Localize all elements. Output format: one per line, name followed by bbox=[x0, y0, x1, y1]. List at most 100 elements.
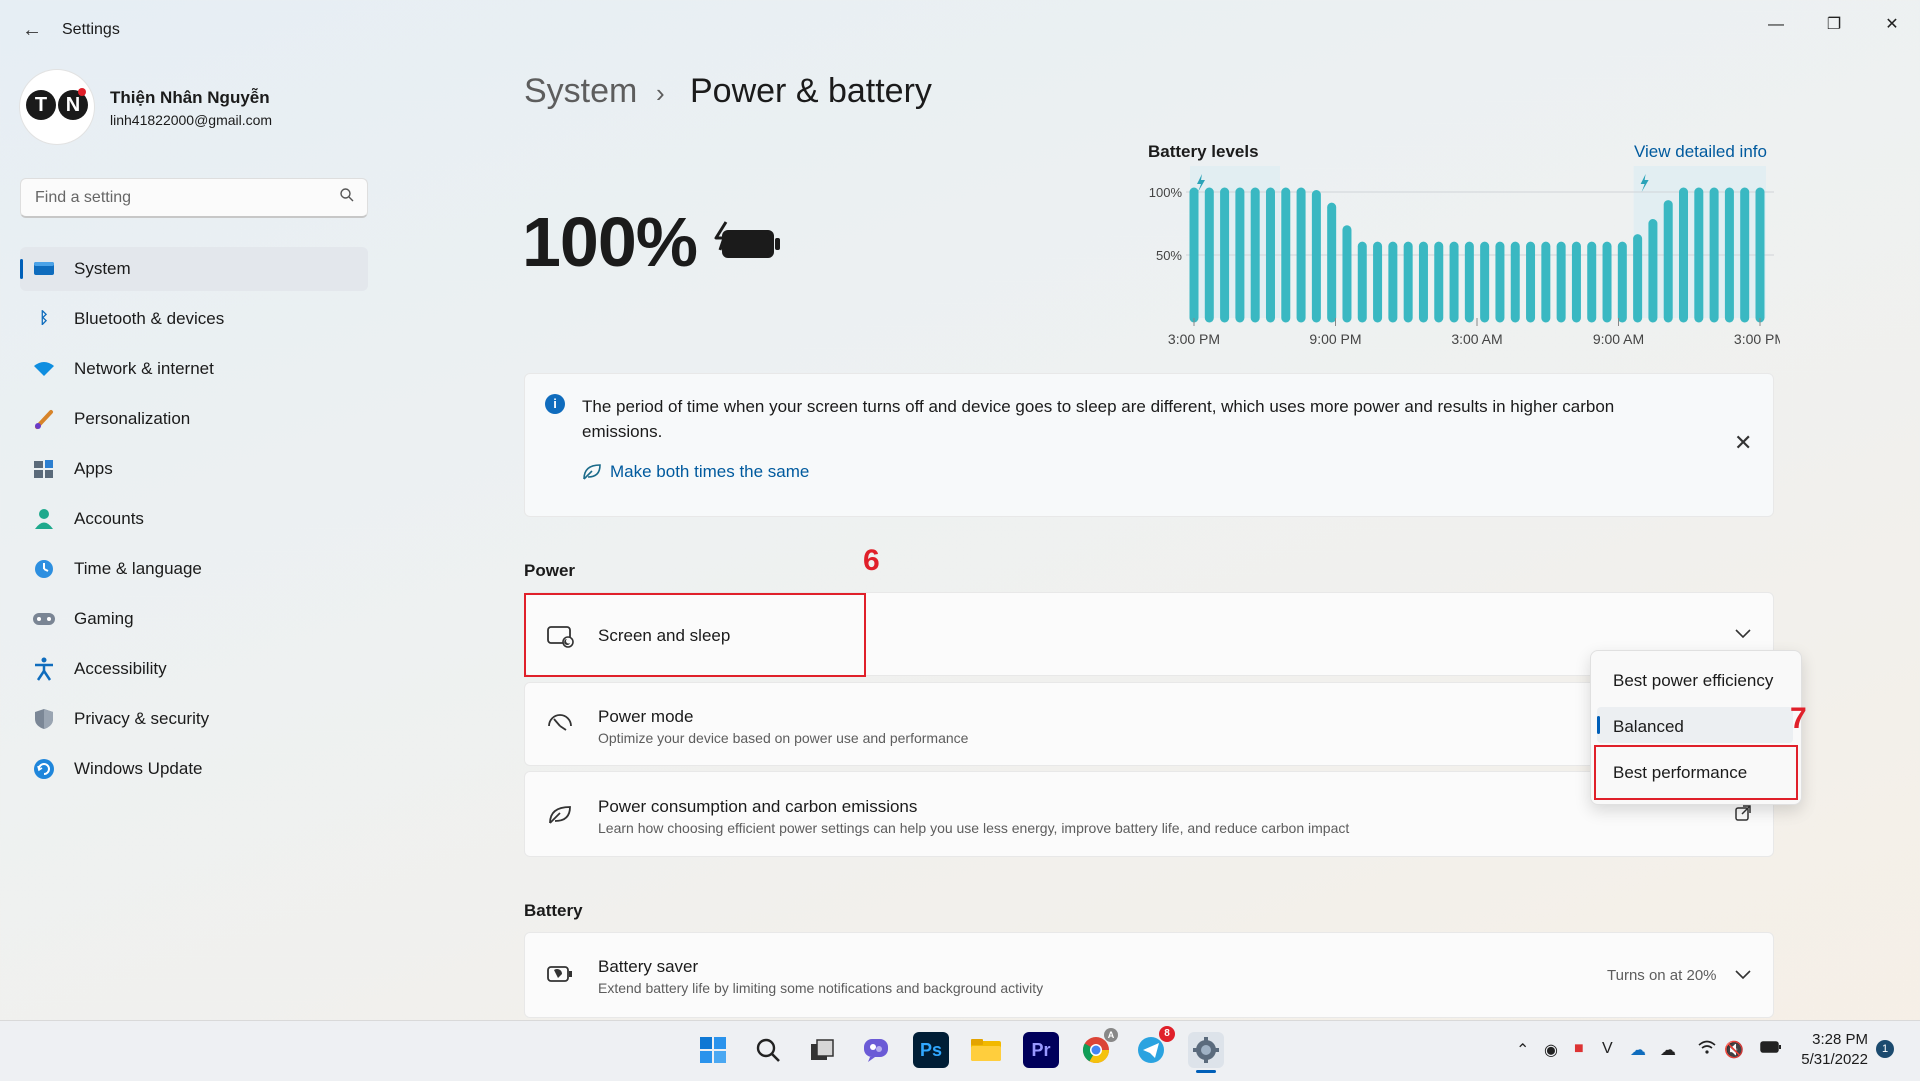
avatar-dot-icon bbox=[78, 88, 86, 96]
option-balanced[interactable]: Balanced bbox=[1613, 717, 1684, 737]
view-detailed-info-link[interactable]: View detailed info bbox=[1634, 142, 1767, 162]
user-email: linh41822000@gmail.com bbox=[110, 112, 273, 128]
task-view-icon[interactable] bbox=[804, 1032, 840, 1068]
chevron-down-icon[interactable] bbox=[1734, 624, 1752, 645]
battery-saver-card[interactable] bbox=[524, 932, 1774, 1018]
search-input[interactable] bbox=[33, 188, 337, 208]
onedrive-icon[interactable]: ☁ bbox=[1630, 1040, 1646, 1060]
clock-time: 3:28 PM bbox=[1812, 1031, 1868, 1048]
tray-vpn-icon[interactable]: V bbox=[1602, 1040, 1613, 1058]
sidebar-item-bluetooth[interactable]: ᛒ Bluetooth & devices bbox=[20, 297, 368, 341]
info-text: The period of time when your screen turn… bbox=[582, 397, 1615, 441]
battery-tray-icon[interactable] bbox=[1760, 1040, 1782, 1059]
close-icon[interactable]: ✕ bbox=[1734, 430, 1752, 456]
back-icon[interactable]: ← bbox=[20, 18, 44, 42]
power-section-title: Power bbox=[524, 561, 576, 580]
tray-shield-icon[interactable]: ■ bbox=[1574, 1040, 1584, 1058]
accounts-icon bbox=[32, 507, 56, 531]
leaf-icon bbox=[546, 803, 574, 833]
power-consumption-title: Power consumption and carbon emissions bbox=[598, 797, 918, 816]
screen-sleep-icon bbox=[546, 624, 574, 654]
premiere-icon[interactable]: Pr bbox=[1023, 1032, 1059, 1068]
time-icon bbox=[32, 557, 56, 581]
sidebar-item-label: Accounts bbox=[74, 509, 144, 528]
taskbar-clock[interactable]: 3:28 PM 5/31/2022 bbox=[1788, 1030, 1868, 1070]
photoshop-icon[interactable]: Ps bbox=[913, 1032, 949, 1068]
x-tick-label: 3:00 PM bbox=[1168, 331, 1220, 347]
annotation-step-7: 7 bbox=[1790, 702, 1807, 735]
sidebar-item-label: System bbox=[74, 259, 131, 278]
search-icon[interactable] bbox=[750, 1032, 786, 1068]
sidebar-item-label: Gaming bbox=[74, 609, 134, 628]
notification-badge[interactable]: 1 bbox=[1876, 1040, 1894, 1058]
sidebar-item-label: Time & language bbox=[74, 559, 202, 578]
leaf-icon bbox=[583, 464, 601, 480]
x-tick-label: 9:00 PM bbox=[1309, 331, 1361, 347]
power-mode-title: Power mode bbox=[598, 707, 694, 726]
minimize-button[interactable]: — bbox=[1756, 10, 1796, 40]
tray-app-icon[interactable]: ◉ bbox=[1544, 1040, 1558, 1060]
active-app-indicator bbox=[1196, 1070, 1216, 1073]
sidebar-item-label: Personalization bbox=[74, 409, 191, 428]
search-icon[interactable] bbox=[339, 187, 355, 208]
file-explorer-icon[interactable] bbox=[968, 1032, 1004, 1068]
x-tick-label: 3:00 PM bbox=[1734, 331, 1780, 347]
power-mode-card bbox=[524, 682, 1774, 766]
telegram-icon[interactable]: 8 bbox=[1133, 1026, 1175, 1068]
sidebar-item-label: Accessibility bbox=[74, 659, 167, 678]
x-tick-label: 3:00 AM bbox=[1451, 331, 1502, 347]
chevron-up-icon[interactable]: ⌃ bbox=[1516, 1040, 1529, 1060]
screen-sleep-title: Screen and sleep bbox=[598, 626, 731, 645]
user-name: Thiện Nhân Nguyễn bbox=[110, 88, 270, 107]
sidebar-item-label: Apps bbox=[74, 459, 113, 478]
close-window-button[interactable]: ✕ bbox=[1872, 10, 1912, 40]
sidebar-item-label: Bluetooth & devices bbox=[74, 309, 225, 328]
clock-date: 5/31/2022 bbox=[1801, 1051, 1868, 1068]
avatar[interactable]: T N bbox=[20, 70, 94, 144]
battery-saver-title: Battery saver bbox=[598, 957, 699, 976]
sidebar-item-gaming[interactable]: Gaming bbox=[20, 597, 368, 641]
sidebar-item-label: Windows Update bbox=[74, 759, 203, 778]
sidebar-item-time-language[interactable]: Time & language bbox=[20, 547, 368, 591]
sidebar-item-system[interactable]: System bbox=[20, 247, 368, 291]
sidebar-item-network[interactable]: Network & internet bbox=[20, 347, 368, 391]
highlight-box-best-performance bbox=[1594, 745, 1798, 800]
battery-percent: 100% bbox=[522, 203, 698, 281]
sidebar-item-accessibility[interactable]: Accessibility bbox=[20, 647, 368, 691]
make-times-same-link[interactable]: Make both times the same bbox=[582, 462, 809, 482]
y-tick-label: 100% bbox=[1149, 185, 1183, 200]
battery-levels-chart: 100% 50% 3:00 PM 9:00 PM 3:00 AM 9:00 AM 3:00 … bbox=[1149, 166, 1780, 347]
sidebar-item-privacy-security[interactable]: Privacy & security bbox=[20, 697, 368, 741]
sidebar-item-accounts[interactable]: Accounts bbox=[20, 497, 368, 541]
cloud-icon[interactable]: ☁ bbox=[1660, 1040, 1676, 1060]
chevron-down-icon[interactable] bbox=[1734, 968, 1752, 986]
chat-icon[interactable] bbox=[858, 1032, 894, 1068]
shield-icon bbox=[32, 707, 56, 731]
volume-muted-icon[interactable]: 🔇 bbox=[1724, 1040, 1744, 1060]
info-icon: i bbox=[545, 394, 565, 414]
annotation-step-6: 6 bbox=[863, 544, 880, 577]
chart-title: Battery levels bbox=[1148, 142, 1259, 161]
update-icon bbox=[32, 757, 56, 781]
chrome-icon[interactable]: A bbox=[1078, 1028, 1118, 1068]
apps-icon bbox=[32, 457, 56, 481]
wifi-icon[interactable] bbox=[1698, 1040, 1716, 1059]
sidebar-item-personalization[interactable]: Personalization bbox=[20, 397, 368, 441]
external-link-icon[interactable] bbox=[1734, 804, 1752, 827]
bluetooth-icon: ᛒ bbox=[39, 310, 49, 327]
restore-button[interactable]: ❐ bbox=[1814, 10, 1854, 40]
chrome-profile-badge: A bbox=[1104, 1028, 1118, 1042]
start-icon[interactable] bbox=[695, 1032, 731, 1068]
settings-icon[interactable] bbox=[1188, 1032, 1224, 1068]
battery-charging-icon bbox=[712, 220, 784, 269]
sidebar-item-apps[interactable]: Apps bbox=[20, 447, 368, 491]
page-title: Power & battery bbox=[690, 72, 932, 110]
y-tick-label: 50% bbox=[1156, 248, 1182, 263]
battery-saver-icon bbox=[546, 964, 574, 990]
breadcrumb-parent[interactable]: System bbox=[524, 72, 637, 111]
option-best-power-efficiency[interactable]: Best power efficiency bbox=[1613, 671, 1773, 691]
battery-saver-status: Turns on at 20% bbox=[1607, 967, 1717, 984]
sidebar-item-label: Network & internet bbox=[74, 359, 214, 378]
search-box[interactable] bbox=[20, 178, 368, 218]
sidebar-item-windows-update[interactable]: Windows Update bbox=[20, 747, 368, 791]
